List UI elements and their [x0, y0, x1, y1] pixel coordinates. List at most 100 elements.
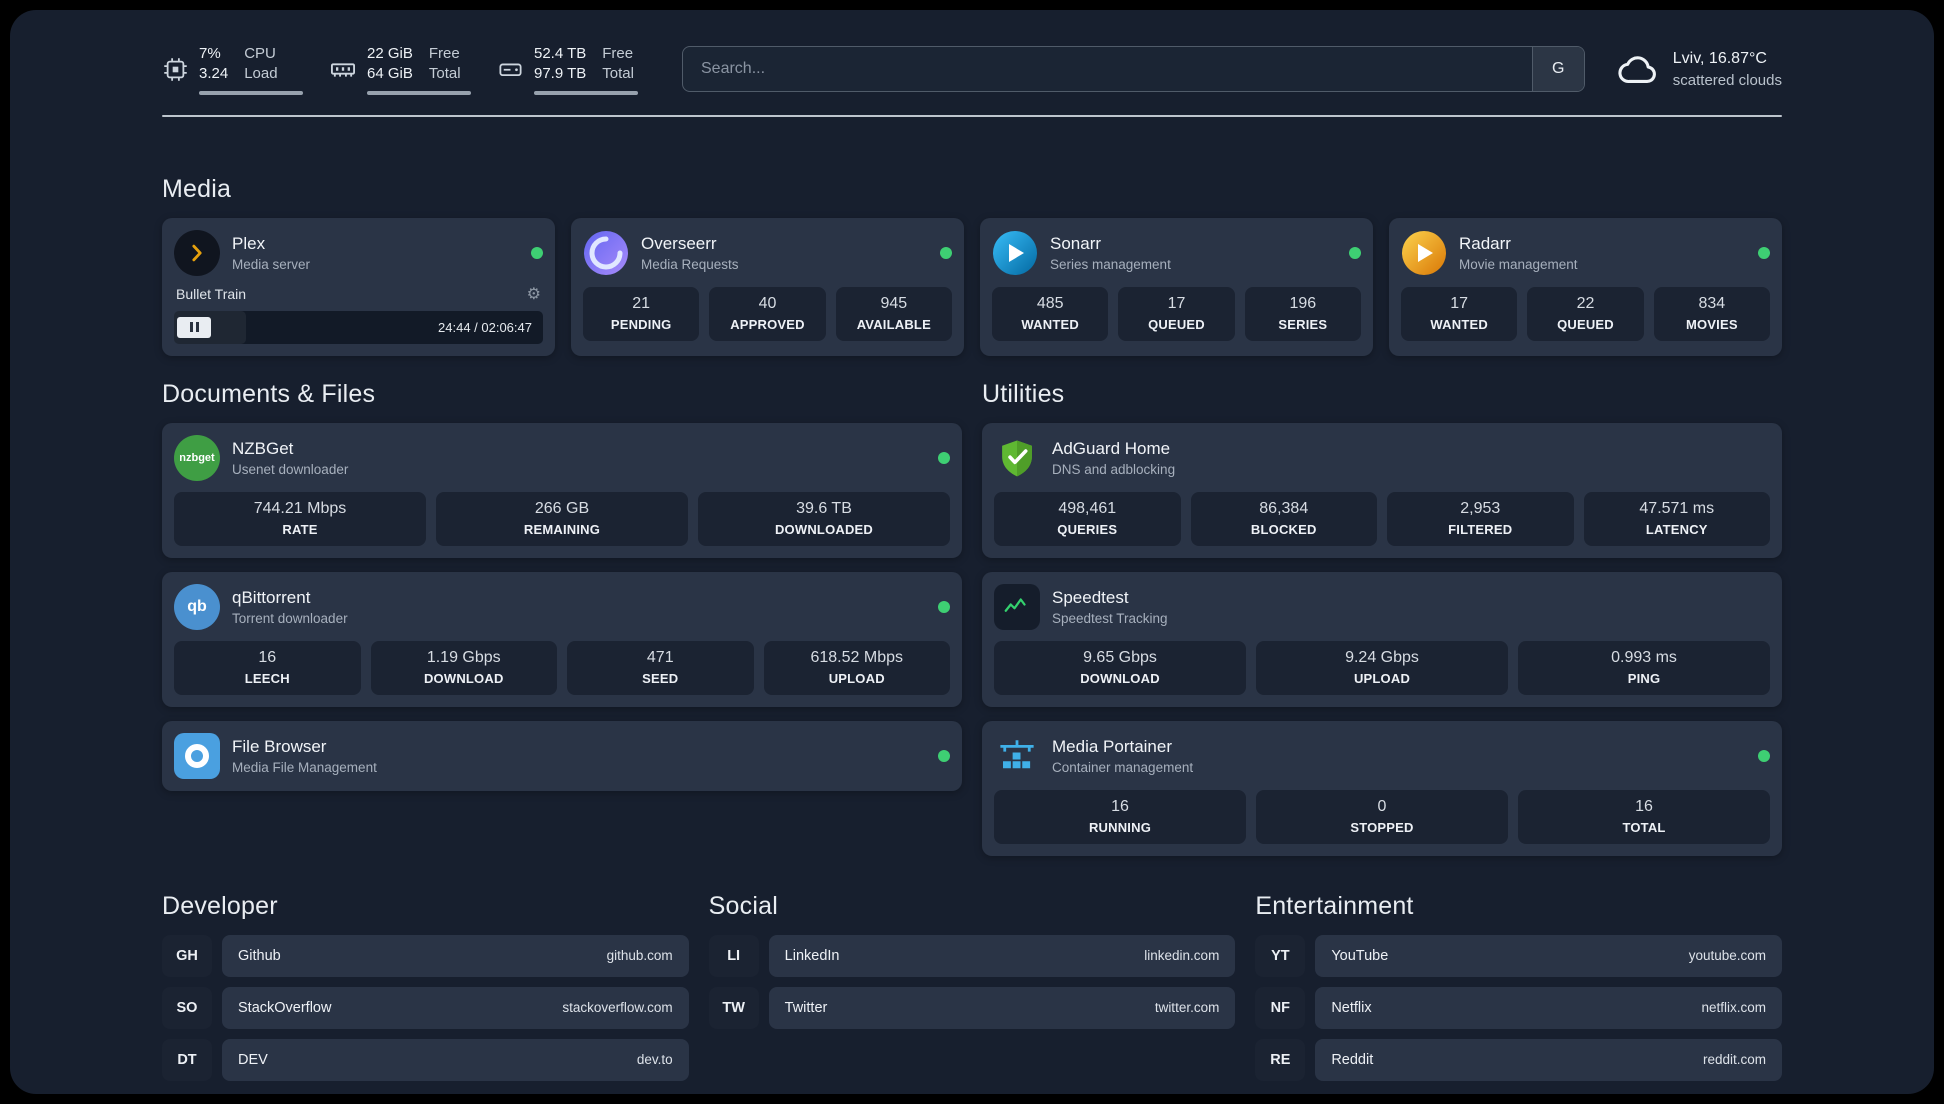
status-dot	[531, 246, 543, 259]
bookmark-github[interactable]: GH Github github.com	[162, 934, 689, 977]
app-card-overseerr[interactable]: Overseerr Media Requests 21 PENDING 40 A…	[571, 217, 964, 356]
gear-icon[interactable]: ⚙	[527, 284, 541, 304]
app-card-portainer[interactable]: Media Portainer Container management 16 …	[982, 720, 1782, 856]
app-card-speedtest[interactable]: Speedtest Speedtest Tracking 9.65 Gbps D…	[982, 571, 1782, 707]
bookmark-twitter[interactable]: TW Twitter twitter.com	[708, 986, 1236, 1029]
memory-total-label: Total	[428, 65, 461, 83]
app-subtitle: Media Requests	[641, 256, 739, 272]
weather-widget: Lviv, 16.87°C scattered clouds	[1615, 46, 1782, 92]
app-card-sonarr[interactable]: Sonarr Series management 485 WANTED 17 Q…	[980, 217, 1373, 356]
app-name: Media Portainer	[1052, 736, 1173, 756]
bookmark-name: LinkedIn	[784, 947, 840, 964]
app-card-radarr[interactable]: Radarr Movie management 17 WANTED 22 QUE…	[1389, 217, 1782, 356]
stat-tile: 39.6 TB DOWNLOADED	[698, 491, 950, 546]
app-name: Overseerr	[641, 233, 717, 253]
weather-location: Lviv, 16.87°C	[1672, 49, 1767, 67]
app-subtitle: Speedtest Tracking	[1052, 610, 1168, 626]
stat-tile: 498,461 QUERIES	[994, 491, 1181, 546]
bookmark-stackoverflow[interactable]: SO StackOverflow stackoverflow.com	[162, 986, 689, 1029]
app-name: NZBGet	[232, 438, 294, 458]
bookmark-url: youtube.com	[1688, 948, 1766, 963]
weather-condition: scattered clouds	[1672, 71, 1782, 89]
memory-widget: 22 GiB 64 GiB Free Total	[329, 44, 471, 95]
stat-tile: 16 TOTAL	[1518, 789, 1770, 844]
status-dot	[940, 246, 952, 259]
bookmark-name: Reddit	[1331, 1051, 1374, 1068]
app-subtitle: Usenet downloader	[232, 461, 349, 477]
app-card-qbittorrent[interactable]: qb qBittorrent Torrent downloader 16 LEE…	[162, 571, 962, 707]
app-card-adguard[interactable]: AdGuard Home DNS and adblocking 498,461 …	[982, 422, 1782, 558]
stat-tile: 22 QUEUED	[1527, 286, 1644, 341]
bookmark-abbr: GH	[162, 934, 212, 977]
bookmark-abbr: NF	[1255, 986, 1306, 1029]
section-title-utilities: Utilities	[982, 379, 1065, 408]
stat-tile: 834 MOVIES	[1653, 286, 1770, 341]
bookmark-name: Github	[238, 947, 281, 964]
status-dot	[938, 749, 950, 762]
status-dot	[938, 600, 950, 613]
cpu-usage-bar	[199, 90, 303, 95]
app-subtitle: Media server	[232, 256, 311, 272]
disk-icon	[497, 56, 524, 83]
bookmark-url: dev.to	[636, 1052, 673, 1067]
app-card-filebrowser[interactable]: File Browser Media File Management	[162, 720, 962, 791]
bookmark-abbr: YT	[1255, 934, 1306, 977]
overseerr-icon	[583, 230, 629, 276]
disk-free-value: 52.4 TB	[534, 45, 587, 62]
pause-button[interactable]	[177, 316, 211, 338]
app-subtitle: Container management	[1052, 759, 1194, 775]
stat-tile: 9.24 Gbps UPLOAD	[1256, 640, 1508, 695]
app-name: Plex	[232, 233, 266, 253]
stat-tile: 86,384 BLOCKED	[1190, 491, 1377, 546]
stat-tile: 17 WANTED	[1401, 286, 1518, 341]
documents-column: Documents & Files nzbget NZBGet Usenet d…	[162, 380, 962, 791]
media-section: Media Plex Media server Bullet Train ⚙ 2…	[162, 175, 1782, 356]
memory-free-label: Free	[428, 45, 460, 62]
disk-usage-bar	[534, 90, 638, 95]
stat-tile: 21 PENDING	[583, 286, 700, 341]
stat-tile: 945 AVAILABLE	[835, 286, 952, 341]
plex-now-playing: Bullet Train ⚙ 24:44 / 02:06:47	[174, 284, 543, 344]
bookmark-name: YouTube	[1331, 947, 1389, 964]
disk-total-value: 97.9 TB	[534, 65, 587, 83]
social-column: Social LI LinkedIn linkedin.com TW Twitt…	[708, 892, 1236, 1091]
stat-tile: 16 LEECH	[174, 640, 361, 695]
disk-free-label: Free	[602, 45, 634, 62]
bookmark-abbr: LI	[708, 934, 759, 977]
stat-tile: 196 SERIES	[1244, 286, 1361, 341]
bookmark-abbr: RE	[1255, 1038, 1306, 1081]
app-card-nzbget[interactable]: nzbget NZBGet Usenet downloader 744.21 M…	[162, 422, 962, 558]
stat-tile: 47.571 ms LATENCY	[1583, 491, 1770, 546]
cpu-widget: 7% 3.24 CPU Load	[162, 44, 303, 95]
bookmark-reddit[interactable]: RE Reddit reddit.com	[1255, 1038, 1782, 1081]
search-engine-button[interactable]: G	[1531, 47, 1584, 92]
bookmark-netflix[interactable]: NF Netflix netflix.com	[1255, 986, 1782, 1029]
speedtest-icon	[994, 583, 1040, 630]
bookmark-abbr: TW	[708, 986, 759, 1029]
status-dot	[1758, 246, 1770, 259]
sonarr-icon	[992, 230, 1038, 276]
bookmark-name: DEV	[238, 1051, 268, 1068]
bookmark-name: StackOverflow	[238, 999, 332, 1016]
playback-time: 24:44 / 02:06:47	[438, 319, 532, 335]
bookmark-url: netflix.com	[1701, 1000, 1766, 1015]
stat-tile: 16 RUNNING	[994, 789, 1246, 844]
adguard-icon	[994, 435, 1040, 481]
bookmark-linkedin[interactable]: LI LinkedIn linkedin.com	[708, 934, 1236, 977]
status-dot	[938, 451, 950, 464]
bookmark-url: reddit.com	[1702, 1052, 1766, 1067]
bookmark-youtube[interactable]: YT YouTube youtube.com	[1255, 934, 1782, 977]
bookmark-url: stackoverflow.com	[562, 1000, 673, 1015]
nzbget-icon: nzbget	[174, 434, 220, 481]
developer-column: Developer GH Github github.com SO StackO…	[162, 892, 689, 1091]
bookmark-name: Netflix	[1331, 999, 1372, 1016]
stat-tile: 0 STOPPED	[1256, 789, 1508, 844]
dashboard: 7% 3.24 CPU Load 22 GiB 64 GiB Free Tota…	[10, 10, 1934, 1094]
app-card-plex[interactable]: Plex Media server Bullet Train ⚙ 24:44 /…	[162, 217, 555, 356]
stat-tile: 485 WANTED	[992, 286, 1109, 341]
status-dot	[1349, 246, 1361, 259]
search-input[interactable]	[683, 47, 1532, 92]
cpu-load-label: Load	[244, 65, 278, 83]
playback-progress-bar[interactable]: 24:44 / 02:06:47	[174, 310, 543, 344]
bookmark-dev[interactable]: DT DEV dev.to	[162, 1038, 689, 1081]
